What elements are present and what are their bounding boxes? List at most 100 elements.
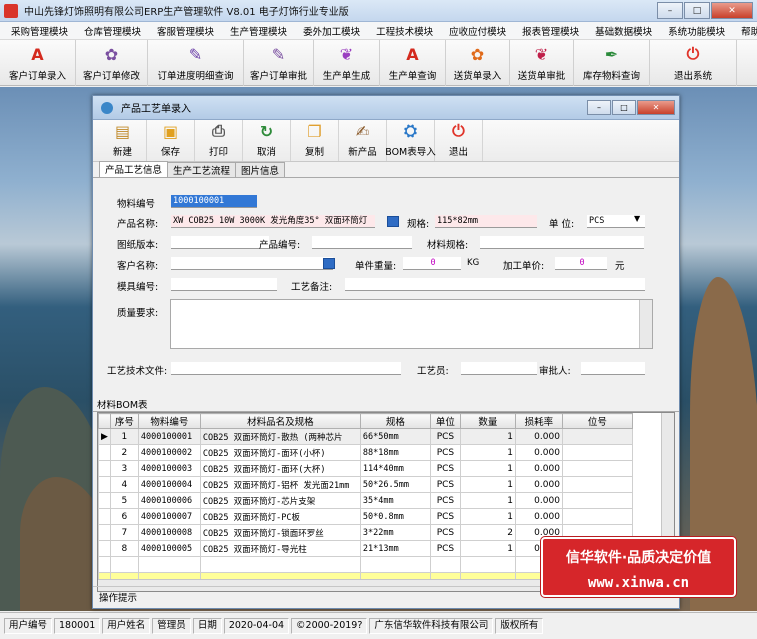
child-close-button[interactable]: ✕ <box>637 100 675 115</box>
menu-item[interactable]: 采购管理模块 <box>0 24 73 38</box>
table-cell[interactable]: 114*40mm <box>359 460 431 477</box>
table-cell[interactable]: 3 <box>109 460 139 477</box>
product-code-field[interactable] <box>312 236 412 249</box>
table-cell[interactable]: COB25 双面环筒灯-面环(小杯) <box>199 444 361 461</box>
quality-scrollbar[interactable] <box>639 300 652 348</box>
table-cell[interactable]: 1 <box>459 476 516 493</box>
table-cell[interactable]: COB25 双面环筒灯-铝杯 发光面21mm <box>199 476 361 493</box>
table-cell[interactable]: PCS <box>429 492 461 509</box>
mold-field[interactable] <box>171 278 277 291</box>
material-no-field[interactable]: 1000100001 <box>171 195 257 208</box>
table-cell[interactable]: COB25 双面环筒灯-PC板 <box>199 508 361 525</box>
table-cell[interactable]: 1 <box>109 428 139 445</box>
table-row[interactable]: ▶ 1 4000100001 COB25 双面环筒灯-散热 (两种芯片 66*50mm P… <box>98 428 633 445</box>
table-cell[interactable]: 4000100003 <box>137 460 201 477</box>
toolbar-button[interactable]: ↻ 取消 <box>243 120 291 161</box>
column-header[interactable]: 材料品名及规格 <box>199 413 361 429</box>
toolbar-button[interactable]: ▤ 新建 <box>99 120 147 161</box>
table-row[interactable]: 3 4000100003 COB25 双面环筒灯-面环(大杯) 114*40mm PCS… <box>98 460 633 477</box>
table-cell[interactable]: 4000100002 <box>137 444 201 461</box>
child-minimize-button[interactable]: – <box>587 100 611 115</box>
toolbar-button[interactable]: ❦ 送货单审批 <box>510 40 574 86</box>
toolbar-button[interactable]: ⏻ 退出系统 <box>650 40 737 86</box>
toolbar-button[interactable]: ⏻ 退出 <box>435 120 483 161</box>
toolbar-button[interactable]: ✿ 送货单录入 <box>446 40 510 86</box>
table-cell[interactable]: COB25 双面环筒灯-锁面环罗丝 <box>199 524 361 541</box>
table-cell[interactable]: 0.000 <box>514 460 563 477</box>
table-cell[interactable]: 4 <box>109 476 139 493</box>
table-cell[interactable]: 50*26.5mm <box>359 476 431 493</box>
maximize-button[interactable]: □ <box>684 2 710 19</box>
toolbar-button[interactable]: ✎ 客户订单审批 <box>244 40 314 86</box>
table-cell[interactable]: 1 <box>459 492 516 509</box>
column-header[interactable]: 数量 <box>459 413 516 429</box>
column-header[interactable]: 单位 <box>429 413 461 429</box>
table-cell[interactable]: 3*22mm <box>359 524 431 541</box>
menu-item[interactable]: 工程技术模块 <box>365 24 438 38</box>
promo-banner[interactable]: 信华软件·品质决定价值 www.xinwa.cn <box>541 537 736 597</box>
menu-item[interactable]: 生产管理模块 <box>219 24 292 38</box>
table-cell[interactable]: 5 <box>109 492 139 509</box>
table-cell[interactable]: 1 <box>459 508 516 525</box>
approver-field[interactable] <box>581 362 645 375</box>
weight-field[interactable]: 0 <box>403 257 461 270</box>
customer-lookup-icon[interactable] <box>323 258 335 269</box>
table-cell[interactable]: 1 <box>459 444 516 461</box>
toolbar-button[interactable]: ⎙ 打印 <box>195 120 243 161</box>
table-cell[interactable]: 21*13mm <box>359 540 431 557</box>
column-header[interactable]: 损耗率 <box>514 413 563 429</box>
customer-field[interactable] <box>171 257 333 270</box>
table-cell[interactable]: 0.000 <box>514 476 563 493</box>
table-cell[interactable] <box>561 476 633 493</box>
table-row[interactable]: 2 4000100002 COB25 双面环筒灯-面环(小杯) 88*18mm PCS 1… <box>98 444 633 461</box>
table-cell[interactable]: 8 <box>109 540 139 557</box>
table-cell[interactable]: PCS <box>429 428 461 445</box>
drawing-field[interactable] <box>171 236 269 249</box>
table-cell[interactable]: 1 <box>459 460 516 477</box>
engineer-field[interactable] <box>461 362 537 375</box>
table-cell[interactable]: PCS <box>429 460 461 477</box>
toolbar-button[interactable]: ⛭ BOM表导入 <box>385 120 436 161</box>
toolbar-button[interactable]: ❦ 生产单生成 <box>314 40 380 86</box>
table-row[interactable]: 4 4000100004 COB25 双面环筒灯-铝杯 发光面21mm 50*26.5… <box>98 476 633 493</box>
toolbar-button[interactable]: ✒ 库存物料查询 <box>574 40 650 86</box>
table-cell[interactable]: 4000100008 <box>137 524 201 541</box>
table-cell[interactable]: 4000100006 <box>137 492 201 509</box>
column-header[interactable]: 序号 <box>109 413 139 429</box>
table-cell[interactable]: COB25 双面环筒灯-导光柱 <box>199 540 361 557</box>
product-name-field[interactable]: XW COB25 10W 3000K 发光角度35° 双面环筒灯 <box>171 215 375 228</box>
table-cell[interactable]: 35*4mm <box>359 492 431 509</box>
toolbar-button[interactable]: ❐ 复制 <box>291 120 339 161</box>
table-cell[interactable]: 4000100007 <box>137 508 201 525</box>
tab-product-process-info[interactable]: 产品工艺信息 <box>99 161 169 177</box>
product-lookup-icon[interactable] <box>387 216 399 227</box>
table-cell[interactable]: PCS <box>429 476 461 493</box>
table-cell[interactable]: 1 <box>459 540 516 557</box>
table-cell[interactable]: 88*18mm <box>359 444 431 461</box>
table-cell[interactable]: 4000100001 <box>137 428 201 445</box>
toolbar-button[interactable]: ✍ 新产品 <box>339 120 387 161</box>
toolbar-button[interactable]: ▣ 保存 <box>147 120 195 161</box>
menu-item[interactable]: 委外加工模块 <box>292 24 365 38</box>
table-cell[interactable] <box>561 428 633 445</box>
tab-image-info[interactable]: 图片信息 <box>235 162 286 177</box>
menu-item[interactable]: 系统功能模块 <box>657 24 730 38</box>
minimize-button[interactable]: – <box>657 2 683 19</box>
toolbar-button[interactable]: ✿ 客户订单修改 <box>76 40 148 86</box>
menu-item[interactable]: 客服管理模块 <box>146 24 219 38</box>
table-cell[interactable]: PCS <box>429 508 461 525</box>
table-cell[interactable] <box>561 492 633 509</box>
table-cell[interactable] <box>561 508 633 525</box>
table-cell[interactable]: 0.000 <box>514 428 563 445</box>
material-spec-field[interactable] <box>480 236 644 249</box>
chevron-down-icon[interactable]: ▼ <box>634 214 640 223</box>
table-cell[interactable]: 66*50mm <box>359 428 431 445</box>
menu-item[interactable]: 帮助 <box>730 24 757 38</box>
table-cell[interactable]: 0.000 <box>514 444 563 461</box>
table-row[interactable]: 6 4000100007 COB25 双面环筒灯-PC板 50*0.8mm PCS 1 0.… <box>98 508 633 525</box>
table-cell[interactable]: 2 <box>109 444 139 461</box>
menu-item[interactable]: 应收应付模块 <box>438 24 511 38</box>
table-cell[interactable]: 7 <box>109 524 139 541</box>
remark-field[interactable] <box>345 278 645 291</box>
table-cell[interactable]: 6 <box>109 508 139 525</box>
